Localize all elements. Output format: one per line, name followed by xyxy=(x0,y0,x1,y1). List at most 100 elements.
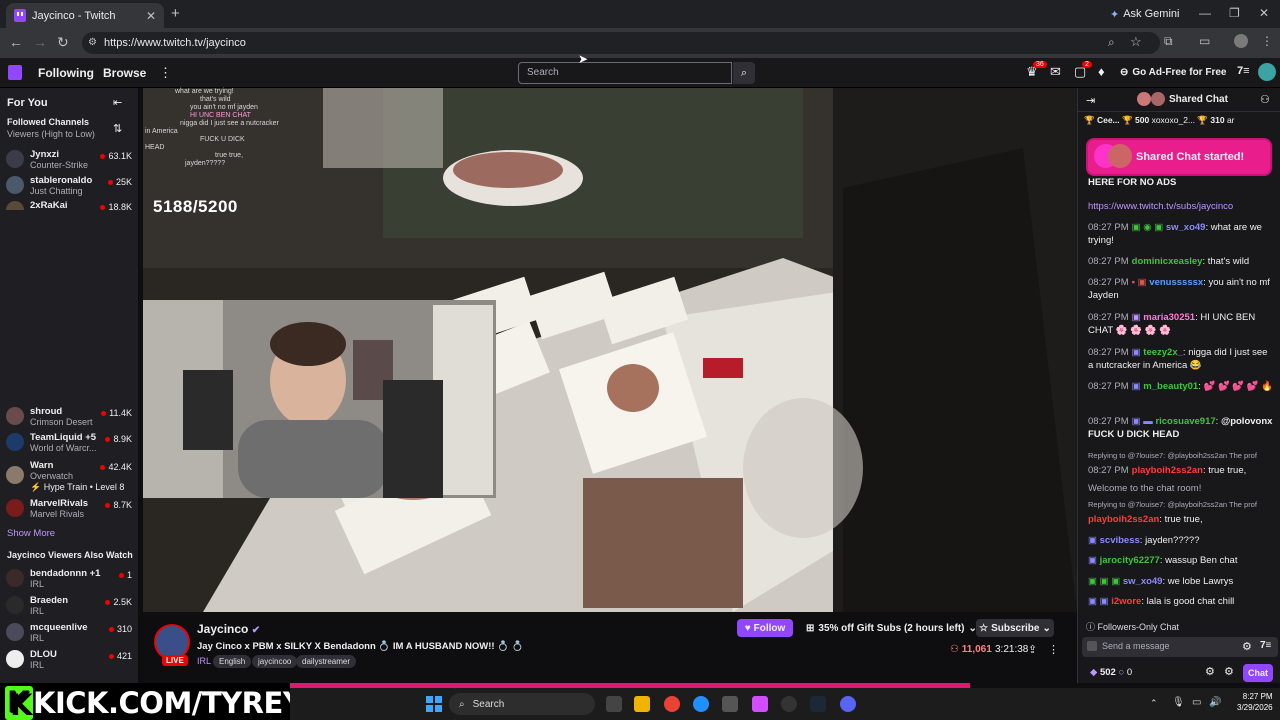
sidebar-channel[interactable]: mcqueenlive IRL 310 xyxy=(6,620,134,646)
twitch-logo-icon[interactable] xyxy=(8,65,22,80)
chat-settings-icon[interactable]: ⚙ xyxy=(1205,665,1215,678)
search-input[interactable]: Search xyxy=(518,62,732,84)
chat-commands-icon[interactable]: ⚙ xyxy=(1242,640,1252,653)
obs-icon[interactable] xyxy=(781,696,797,712)
tab-close-icon[interactable]: ✕ xyxy=(146,9,156,23)
sidebar-channel[interactable]: Jynxzi Counter-Strike 63.1K xyxy=(6,147,134,173)
sidebar-channel[interactable]: TeamLiquid +5 World of Warcr... 8.9K xyxy=(6,430,134,456)
maximize-icon[interactable]: ❐ xyxy=(1229,6,1240,20)
taskbar-clock[interactable]: 8:27 PM 3/29/2026 xyxy=(1237,691,1273,713)
tag-pill[interactable]: dailystreamer xyxy=(296,655,357,668)
gift-subs-button[interactable]: ⊞ 35% off Gift Subs (2 hours left) ⌄ xyxy=(806,619,977,637)
drops-icon[interactable]: ♦ xyxy=(1098,64,1105,79)
browser-menu-icon[interactable]: ⋮ xyxy=(1261,34,1273,48)
copilot-icon[interactable] xyxy=(752,696,768,712)
reply-context[interactable]: Replying to @7louise7: @playboih2ss2an T… xyxy=(1088,451,1274,460)
zoom-icon[interactable]: ⌕ xyxy=(1108,35,1115,50)
chat-username[interactable]: playboih2ss2an xyxy=(1132,465,1203,476)
reply-context[interactable]: Replying to @7louise7: @playboih2ss2an T… xyxy=(1088,500,1274,509)
store-icon[interactable] xyxy=(722,696,738,712)
collapse-chat-icon[interactable]: ⇥ xyxy=(1086,94,1095,107)
chat-username[interactable]: teezy2x_ xyxy=(1143,347,1183,358)
address-bar[interactable]: https://www.twitch.tv/jaycinco xyxy=(82,32,1160,54)
sidepanel-icon[interactable]: ▭ xyxy=(1199,34,1210,48)
new-tab-icon[interactable]: + xyxy=(171,5,180,22)
sidebar-channel[interactable]: bendadonnn +1 IRL 1 xyxy=(6,566,134,592)
browser-tab[interactable]: Jaycinco - Twitch ✕ xyxy=(6,3,164,28)
tray-chevron-icon[interactable]: ⌃ xyxy=(1150,698,1158,709)
whispers-icon[interactable]: ▢ 2 xyxy=(1074,61,1092,80)
extensions-icon[interactable]: ⧉ xyxy=(1164,34,1173,49)
prime-icon[interactable]: ♛ 36 xyxy=(1026,61,1047,80)
stream-category[interactable]: IRL xyxy=(197,656,211,666)
close-window-icon[interactable]: ✕ xyxy=(1259,6,1269,20)
forward-icon[interactable]: → xyxy=(33,34,47,50)
sidebar-channel[interactable]: 2xRaKai 18.8K xyxy=(6,198,134,210)
chat-username[interactable]: dominicxeasley xyxy=(1132,256,1203,267)
nav-browse[interactable]: Browse xyxy=(103,66,146,80)
chat-message: ▣ scvibess: jayden????? xyxy=(1088,535,1200,546)
ad-free-button[interactable]: ⊖ Go Ad-Free for Free xyxy=(1120,63,1226,81)
more-options-icon[interactable]: ⋮ xyxy=(1048,643,1059,656)
chat-username[interactable]: m_beauty01 xyxy=(1143,381,1198,392)
sidebar-channel[interactable]: shroud Crimson Desert 11.4K xyxy=(6,404,134,430)
back-icon[interactable]: ← xyxy=(9,34,23,50)
channel-points[interactable]: ◆ 502 ○ 0 xyxy=(1090,667,1132,678)
user-avatar[interactable] xyxy=(1258,63,1276,81)
network-icon[interactable]: ▭ xyxy=(1192,697,1201,708)
chat-username[interactable]: sw_xo49 xyxy=(1123,576,1163,587)
leaderboard-entry: 310 xyxy=(1210,115,1225,125)
reload-icon[interactable]: ↻ xyxy=(57,34,69,51)
chrome-icon[interactable] xyxy=(664,696,680,712)
chat-users-icon[interactable]: ⚇ xyxy=(1260,93,1270,106)
taskbar-search[interactable]: ⌕ Search xyxy=(449,693,595,715)
edge-icon[interactable] xyxy=(693,696,709,712)
chat-username[interactable]: jarocity62277 xyxy=(1100,555,1160,566)
chat-promo-link[interactable]: https://www.twitch.tv/subs/jaycinco xyxy=(1088,200,1274,213)
sidebar-channel[interactable]: MarvelRivals Marvel Rivals 8.7K xyxy=(6,496,134,522)
windows-start-icon[interactable] xyxy=(426,696,442,712)
inbox-icon[interactable]: ✉ xyxy=(1050,64,1061,80)
minimize-icon[interactable]: — xyxy=(1199,6,1211,20)
chat-send-button[interactable]: Chat xyxy=(1243,664,1273,682)
sidebar-channel[interactable]: DLOU IRL 421 xyxy=(6,647,134,673)
sidebar-channel[interactable]: Warn Overwatch ⚡ Hype Train • Level 8 42.4K xyxy=(6,458,134,494)
discord-icon[interactable] xyxy=(840,696,856,712)
bookmark-star-icon[interactable]: ☆ xyxy=(1130,34,1142,50)
site-info-icon[interactable]: ⚙ xyxy=(88,37,97,48)
task-view-icon[interactable] xyxy=(606,696,622,712)
turbo-icon[interactable]: 7≡ xyxy=(1237,65,1250,77)
mic-icon[interactable]: 🎙 xyxy=(1172,697,1185,708)
share-icon[interactable]: ⇪ xyxy=(1028,643,1037,656)
search-icon[interactable]: ⌕ xyxy=(733,62,755,84)
volume-icon[interactable]: 🔊 xyxy=(1209,697,1221,708)
subscribe-button[interactable]: ☆ Subscribe ⌄ xyxy=(976,619,1054,637)
gemini-icon: ✦ xyxy=(1110,8,1120,21)
ask-gemini-button[interactable]: ✦ Ask Gemini xyxy=(1104,5,1185,23)
chat-username[interactable]: sw_xo49 xyxy=(1166,222,1206,233)
nav-following[interactable]: Following xyxy=(38,66,94,80)
chat-username[interactable]: playboih2ss2an xyxy=(1088,514,1159,525)
gear-icon[interactable]: ⚙ xyxy=(1224,665,1234,678)
profile-avatar[interactable] xyxy=(1234,34,1248,48)
sidebar-channel[interactable]: Braeden IRL 2.5K xyxy=(6,593,134,619)
chat-username[interactable]: i2wore xyxy=(1111,596,1141,607)
sort-icon[interactable]: ⇅ xyxy=(113,122,122,135)
more-menu-icon[interactable]: ⋮ xyxy=(159,65,172,81)
search-icon: ⌕ xyxy=(459,698,465,710)
steam-icon[interactable] xyxy=(810,696,826,712)
follow-button[interactable]: ♥ Follow xyxy=(737,619,793,637)
chat-username[interactable]: venusssssx xyxy=(1149,277,1203,288)
show-more-link[interactable]: Show More xyxy=(7,528,55,539)
chat-username[interactable]: ricosuave917 xyxy=(1155,416,1215,427)
collapse-sidebar-icon[interactable]: ⇤ xyxy=(113,96,122,109)
sidebar-channel[interactable]: stableronaldo Just Chatting 25K xyxy=(6,173,134,199)
file-explorer-icon[interactable] xyxy=(634,696,650,712)
tag-pill[interactable]: jaycincoo xyxy=(252,655,298,668)
chat-identity-icon[interactable] xyxy=(1087,641,1097,651)
chat-username[interactable]: maria30251 xyxy=(1143,312,1195,323)
emote-picker-icon[interactable]: 7≡ xyxy=(1260,640,1271,651)
tag-pill[interactable]: English xyxy=(213,655,252,668)
chat-username[interactable]: scvibess xyxy=(1100,535,1140,546)
streamer-name[interactable]: Jaycinco ✔ xyxy=(197,622,260,636)
